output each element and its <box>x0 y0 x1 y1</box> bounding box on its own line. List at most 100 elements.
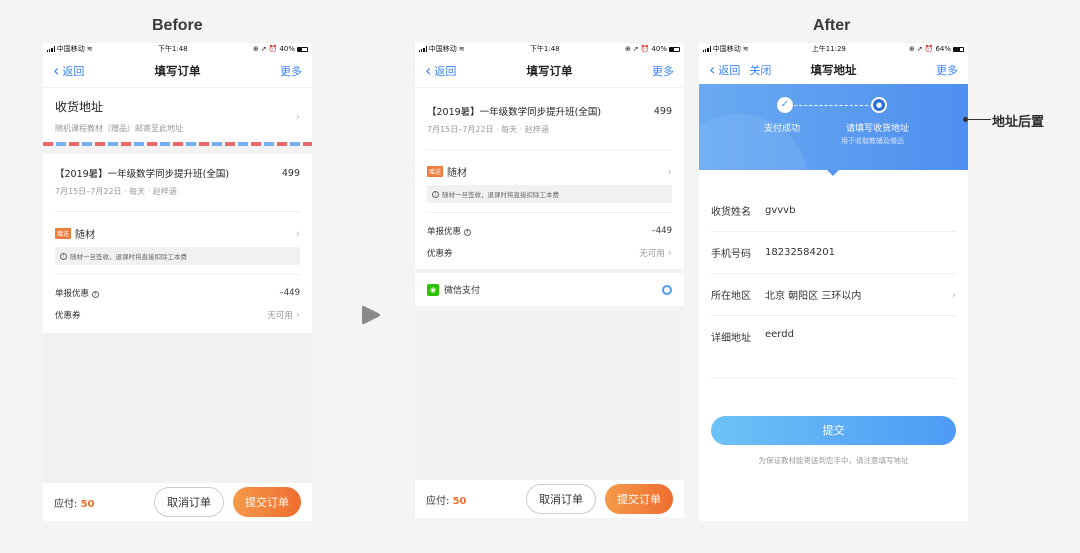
pay-amount: 50 <box>80 498 95 510</box>
report-discount-row: 单报优惠 ? –449 <box>55 287 300 299</box>
close-button[interactable]: 关闭 <box>749 62 771 78</box>
course-card: 【2019暑】一年级数学同步提升班(全国) 499 7月15日–7月22日 · … <box>43 154 312 333</box>
more-button[interactable]: 更多 <box>280 63 302 79</box>
after-label: After <box>813 17 851 34</box>
submit-order-button[interactable]: 提交订单 <box>233 487 301 517</box>
status-bar: 中国移动 ≋ 下午1:48 ⊕ ➚ ⏰ 40% <box>43 43 312 55</box>
phone-input[interactable]: 18232584201 <box>765 247 835 258</box>
back-button[interactable]: ‹ 返回 <box>425 63 456 79</box>
payment-method-row[interactable]: ◉ 微信支付 <box>415 273 684 306</box>
status-bar: 中国移动 ≋ 下午1:48 ⊕ ➚ ⏰ 40% <box>415 43 684 55</box>
progress-banner: ✓ ● 支付成功 请填写收货地址 用于收取教辅及赠品 <box>699 84 968 170</box>
phone-after: 中国移动 ≋ 上午11:29 ⊕ ➚ ⏰ 64% ‹ 返回 关闭 填写地址 更多… <box>699 43 968 521</box>
address-entry[interactable]: 收货地址 随机课程教材（赠品）邮寄至此地址 › <box>43 88 312 142</box>
info-icon: ! <box>432 190 439 198</box>
step-paid: 支付成功 <box>764 124 801 134</box>
more-button[interactable]: 更多 <box>652 63 674 79</box>
address-form: 收货姓名 gvvvb 手机号码 18232584201 所在地区 北京 朝阳区 … <box>699 170 968 379</box>
name-input[interactable]: gvvvb <box>765 205 795 216</box>
time-text: 上午11:29 <box>811 45 846 53</box>
materials-row[interactable]: 赠送 随材 › <box>55 226 300 241</box>
location-icon: ➚ <box>916 45 923 53</box>
lock-rotation-icon: ⊕ <box>624 45 631 53</box>
course-price: 499 <box>281 167 300 179</box>
submit-order-button[interactable]: 提交订单 <box>605 484 673 514</box>
step-connector <box>779 105 873 106</box>
wifi-icon: ≋ <box>742 45 749 53</box>
alarm-icon: ⏰ <box>268 45 278 53</box>
coupon-row[interactable]: 优惠券 无可用 › <box>55 308 300 333</box>
report-value: –449 <box>279 288 300 298</box>
bottom-bar: 应付: 50 取消订单 提交订单 <box>415 480 684 518</box>
signal-icon <box>703 46 711 52</box>
materials-label: 随材 <box>75 230 96 241</box>
cancel-order-button[interactable]: 取消订单 <box>154 487 224 517</box>
battery-percent: 40% <box>651 45 667 53</box>
detail-input[interactable]: eerdd <box>765 329 794 340</box>
coupon-label: 优惠券 <box>55 310 81 321</box>
detail-label: 详细地址 <box>711 333 751 344</box>
carrier-text: 中国移动 <box>428 45 457 53</box>
coupon-row[interactable]: 优惠券 无可用 › <box>427 246 672 269</box>
help-icon[interactable]: ? <box>91 291 99 298</box>
wifi-icon: ≋ <box>458 45 465 53</box>
course-price: 499 <box>653 105 672 117</box>
back-label: 返回 <box>718 63 741 77</box>
address-subtitle: 随机课程教材（赠品）邮寄至此地址 <box>55 124 183 133</box>
region-field[interactable]: 所在地区 北京 朝阳区 三环以内 › <box>711 274 956 316</box>
step-address: 请填写收货地址 <box>846 124 910 134</box>
report-value: –449 <box>651 226 672 236</box>
phone-field[interactable]: 手机号码 18232584201 <box>711 232 956 274</box>
chevron-right-icon: › <box>667 165 672 178</box>
pay-label: 应付: <box>426 495 450 507</box>
coupon-label: 优惠券 <box>427 248 453 259</box>
region-label: 所在地区 <box>711 291 751 302</box>
battery-percent: 40% <box>279 45 295 53</box>
location-icon: ➚ <box>260 45 267 53</box>
nav-bar: ‹ 返回 关闭 填写地址 更多 <box>699 55 968 84</box>
alarm-icon: ⏰ <box>924 45 934 53</box>
time-text: 下午1:48 <box>157 45 188 53</box>
report-label: 单报优惠 <box>55 289 90 299</box>
name-field[interactable]: 收货姓名 gvvvb <box>711 193 956 232</box>
back-label: 返回 <box>434 65 457 78</box>
course-schedule: 7月15日–7月22日 · 每天 · 赵梓涵 <box>55 186 300 212</box>
more-button[interactable]: 更多 <box>936 62 958 78</box>
gift-tag: 赠送 <box>427 166 444 177</box>
back-label: 返回 <box>62 65 85 78</box>
coupon-value: 无可用 <box>267 311 293 321</box>
radio-selected-icon[interactable] <box>662 284 672 295</box>
back-button[interactable]: ‹ 返回 关闭 <box>709 59 771 79</box>
signal-icon <box>47 46 55 52</box>
materials-notice: ! 随材一旦签收，退课时将直接扣除工本费 <box>427 185 672 203</box>
region-value[interactable]: 北京 朝阳区 三环以内 <box>765 287 861 302</box>
phone-before-alt: 中国移动 ≋ 下午1:48 ⊕ ➚ ⏰ 40% ‹ 返回 填写订单 更多 【20… <box>415 43 684 518</box>
nav-bar: ‹ 返回 填写订单 更多 <box>43 55 312 87</box>
back-button[interactable]: ‹ 返回 <box>53 63 84 79</box>
phone-before: 中国移动 ≋ 下午1:48 ⊕ ➚ ⏰ 40% ‹ 返回 填写订单 更多 收货地… <box>43 43 312 521</box>
cancel-order-button[interactable]: 取消订单 <box>526 484 596 514</box>
chevron-left-icon: ‹ <box>709 59 716 79</box>
materials-label: 随材 <box>447 168 468 179</box>
course-name: 【2019暑】一年级数学同步提升班(全国) <box>55 169 230 180</box>
submit-button[interactable]: 提交 <box>711 416 956 445</box>
detail-field[interactable]: 详细地址 eerdd <box>711 316 956 379</box>
wechat-pay-icon: ◉ <box>427 283 439 296</box>
help-icon[interactable]: ? <box>463 229 471 236</box>
coupon-value: 无可用 <box>639 249 665 259</box>
location-icon: ➚ <box>632 45 639 53</box>
battery-icon <box>668 46 680 52</box>
materials-row[interactable]: 赠送 随材 › <box>427 164 672 179</box>
time-text: 下午1:48 <box>529 45 560 53</box>
carrier-text: 中国移动 <box>712 45 741 53</box>
play-icon <box>362 305 380 325</box>
check-icon: ✓ <box>777 97 793 113</box>
materials-notice: ! 随材一旦签收，退课时将直接扣除工本费 <box>55 247 300 265</box>
carrier-text: 中国移动 <box>56 45 85 53</box>
course-schedule: 7月15日–7月22日 · 每天 · 赵梓涵 <box>427 124 672 150</box>
chevron-right-icon: › <box>295 308 300 321</box>
location-pin-icon: ● <box>871 97 887 113</box>
before-label: Before <box>152 17 203 34</box>
course-name: 【2019暑】一年级数学同步提升班(全国) <box>427 107 602 118</box>
divider <box>427 203 672 213</box>
